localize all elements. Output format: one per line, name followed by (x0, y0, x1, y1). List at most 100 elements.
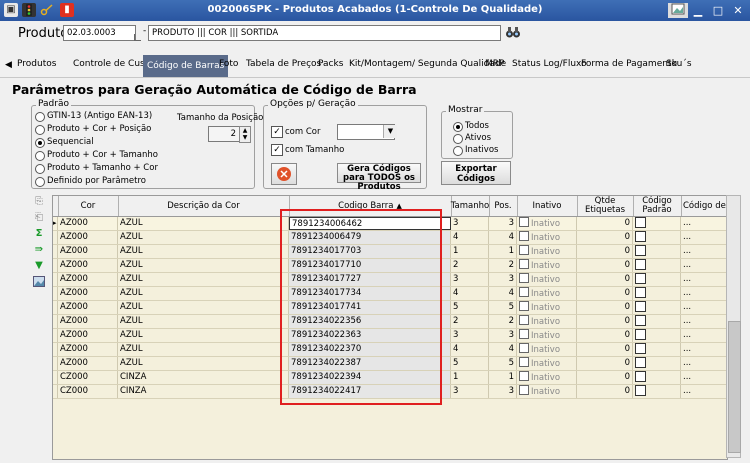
codigo-padrao-checkbox[interactable] (635, 259, 646, 270)
cell-codigo-padrao[interactable] (633, 287, 681, 300)
cell-codigo-padrao[interactable] (633, 301, 681, 314)
cell-cor[interactable]: AZ000 (58, 273, 118, 286)
col-pos[interactable]: Pos. (489, 196, 518, 216)
lookup-icon[interactable] (134, 34, 141, 41)
inativo-checkbox[interactable] (519, 301, 529, 311)
com-cor-checkbox[interactable]: ✓ (271, 126, 283, 138)
radio-produto-cor-tamanho[interactable] (35, 151, 45, 161)
cell-pos[interactable]: 4 (489, 287, 517, 300)
cell-pos[interactable]: 5 (489, 301, 517, 314)
cell-codigo-barra[interactable]: 7891234006479 (289, 231, 451, 244)
cell-inativo[interactable]: Inativo (517, 231, 577, 244)
cell-codigo-barra[interactable]: 7891234022387 (289, 357, 451, 370)
export-codes-button[interactable]: Exportar Códigos (441, 161, 511, 185)
inativo-checkbox[interactable] (519, 217, 529, 227)
cell-codigo-barra[interactable]: 7891234017710 (289, 259, 451, 272)
cell-codigo-barra[interactable]: 7891234017734 (289, 287, 451, 300)
radio-definido-parametro[interactable] (35, 177, 45, 187)
col-descricao-cor[interactable]: Descrição da Cor (118, 196, 290, 216)
cell-tamanho[interactable]: 3 (451, 385, 489, 398)
inativo-checkbox[interactable] (519, 371, 529, 381)
inativo-checkbox[interactable] (519, 315, 529, 325)
cell-codigo-barra[interactable]: 7891234022356 (289, 315, 451, 328)
cell-codigo-padrao[interactable] (633, 315, 681, 328)
cell-descricao-cor[interactable]: AZUL (118, 301, 289, 314)
inativo-checkbox[interactable] (519, 231, 529, 241)
generate-icon-button[interactable] (271, 163, 297, 185)
radio-todos[interactable] (453, 122, 463, 132)
cell-descricao-cor[interactable]: AZUL (118, 231, 289, 244)
tab-packs[interactable]: Packs (318, 59, 343, 69)
codigo-padrao-checkbox[interactable] (635, 301, 646, 312)
cell-tamanho[interactable]: 4 (451, 231, 489, 244)
cell-descricao-cor[interactable]: AZUL (118, 315, 289, 328)
export-icon[interactable]: ⇛ (33, 244, 45, 255)
product-code-field[interactable]: 02.03.0003 (63, 25, 136, 41)
inativo-checkbox[interactable] (519, 259, 529, 269)
cell-descricao-cor[interactable]: AZUL (118, 287, 289, 300)
radio-gtin13[interactable] (35, 112, 45, 122)
cell-inativo[interactable]: Inativo (517, 329, 577, 342)
table-row[interactable]: AZ000 AZUL 7891234022356 2 2 Inativo 0... (53, 315, 727, 329)
cell-qtde-etiquetas[interactable]: 0 (577, 217, 633, 230)
cell-cor[interactable]: AZ000 (58, 301, 118, 314)
tab-kit-montagem[interactable]: Kit/Montagem/ Segunda Qualidade (349, 59, 506, 69)
radio-inativos[interactable] (453, 146, 463, 156)
cell-tamanho[interactable]: 2 (451, 315, 489, 328)
cell-cor[interactable]: AZ000 (58, 245, 118, 258)
cell-descricao-cor[interactable]: AZUL (118, 329, 289, 342)
cell-codigo-barra[interactable]: 7891234022370 (289, 343, 451, 356)
tab-skus[interactable]: Sku´s (666, 59, 692, 69)
cell-cor[interactable]: AZ000 (58, 231, 118, 244)
cell-codigo-b[interactable]: ... (681, 357, 727, 370)
cell-descricao-cor[interactable]: AZUL (118, 259, 289, 272)
cell-inativo[interactable]: Inativo (517, 343, 577, 356)
cell-codigo-padrao[interactable] (633, 385, 681, 398)
col-codigo-padrao[interactable]: Código Padrão (633, 196, 682, 216)
radio-produto-cor-posicao[interactable] (35, 125, 45, 135)
cell-codigo-b[interactable]: ... (681, 371, 727, 384)
codigo-padrao-checkbox[interactable] (635, 287, 646, 298)
cell-codigo-b[interactable]: ... (681, 259, 727, 272)
codigo-padrao-checkbox[interactable] (635, 329, 646, 340)
cell-codigo-barra[interactable]: 7891234022363 (289, 329, 451, 342)
cell-inativo[interactable]: Inativo (517, 371, 577, 384)
cell-cor[interactable]: AZ000 (58, 259, 118, 272)
cell-cor[interactable]: AZ000 (58, 287, 118, 300)
cell-codigo-padrao[interactable] (633, 329, 681, 342)
table-row[interactable]: AZ000 AZUL 7891234017703 1 1 Inativo 0... (53, 245, 727, 259)
cell-qtde-etiquetas[interactable]: 0 (577, 315, 633, 328)
cell-qtde-etiquetas[interactable]: 0 (577, 259, 633, 272)
cell-codigo-padrao[interactable] (633, 245, 681, 258)
cell-codigo-padrao[interactable] (633, 343, 681, 356)
cell-tamanho[interactable]: 3 (451, 273, 489, 286)
cell-pos[interactable]: 3 (489, 385, 517, 398)
cell-cor[interactable]: AZ000 (58, 357, 118, 370)
cell-inativo[interactable]: Inativo (517, 315, 577, 328)
col-cor[interactable]: Cor (58, 196, 119, 216)
cell-qtde-etiquetas[interactable]: 0 (577, 273, 633, 286)
cell-descricao-cor[interactable]: CINZA (118, 371, 289, 384)
cell-tamanho[interactable]: 3 (451, 217, 489, 230)
col-codigo-b[interactable]: Código de B (681, 196, 727, 216)
cell-tamanho[interactable]: 3 (451, 329, 489, 342)
inativo-checkbox[interactable] (519, 287, 529, 297)
table-row[interactable]: AZ000 AZUL 7891234017741 5 5 Inativo 0... (53, 301, 727, 315)
cell-codigo-padrao[interactable] (633, 273, 681, 286)
cell-inativo[interactable]: Inativo (517, 259, 577, 272)
cell-cor[interactable]: AZ000 (58, 343, 118, 356)
cell-codigo-padrao[interactable] (633, 259, 681, 272)
cell-descricao-cor[interactable]: AZUL (118, 273, 289, 286)
cell-descricao-cor[interactable]: AZUL (118, 245, 289, 258)
cell-qtde-etiquetas[interactable]: 0 (577, 371, 633, 384)
cell-pos[interactable]: 3 (489, 217, 517, 230)
chevron-down-icon[interactable]: ▼ (383, 125, 397, 138)
col-qtde-etiquetas[interactable]: Qtde Etiquetas (577, 196, 634, 216)
codigo-padrao-checkbox[interactable] (635, 245, 646, 256)
cell-tamanho[interactable]: 5 (451, 301, 489, 314)
cell-codigo-padrao[interactable] (633, 357, 681, 370)
cell-tamanho[interactable]: 1 (451, 245, 489, 258)
table-row[interactable]: AZ000 AZUL 7891234017710 2 2 Inativo 0... (53, 259, 727, 273)
inativo-checkbox[interactable] (519, 245, 529, 255)
codigo-padrao-checkbox[interactable] (635, 385, 646, 396)
